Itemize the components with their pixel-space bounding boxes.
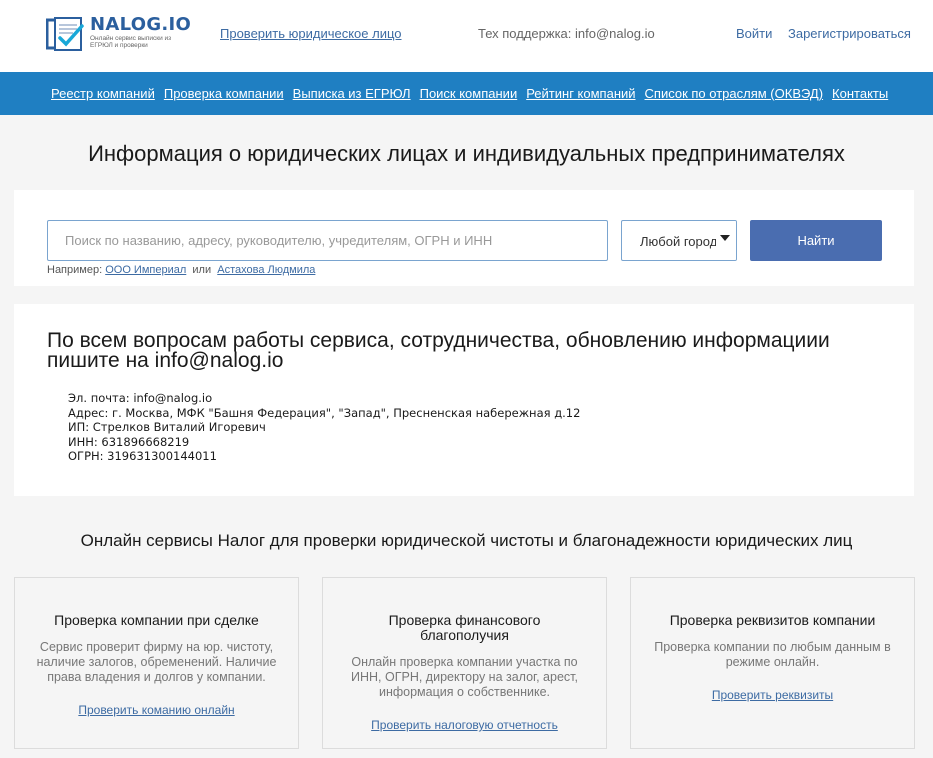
example-link-astakhova[interactable]: Астахова Людмила <box>217 264 315 276</box>
service-card-link[interactable]: Проверить налоговую отчетность <box>371 718 558 732</box>
service-card-link[interactable]: Проверить реквизиты <box>712 688 833 702</box>
service-card-link[interactable]: Проверить команию онлайн <box>78 703 234 717</box>
login-link[interactable]: Войти <box>736 26 772 41</box>
contact-ogrn: ОГРН: 319631300144011 <box>68 449 217 464</box>
nav-item-egrul-extract[interactable]: Выписка из ЕГРЮЛ <box>293 86 411 101</box>
service-card-description: Онлайн проверка компании участка по ИНН,… <box>351 655 578 699</box>
nav-item-company-check[interactable]: Проверка компании <box>164 86 284 101</box>
nav-item-industry-list[interactable]: Список по отраслям (ОКВЭД) <box>645 86 824 101</box>
service-card-deal-check: Проверка компании при сделке Сервис пров… <box>14 577 299 749</box>
search-button[interactable]: Найти <box>750 220 882 261</box>
search-input[interactable] <box>47 220 608 261</box>
nav-item-company-search[interactable]: Поиск компании <box>420 86 518 101</box>
caret-down-icon <box>716 221 736 260</box>
service-card-description: Проверка компании по любым данным в режи… <box>654 640 891 669</box>
logo-title: NALOG.IO <box>90 14 192 35</box>
nav-item-contacts[interactable]: Контакты <box>832 86 888 101</box>
service-card-title: Проверка финансового благополучия <box>388 612 541 643</box>
support-contact: Тех поддержка: info@nalog.io <box>478 26 655 41</box>
site-header: NALOG.IO Онлайн сервис выписки из ЕГРЮЛ … <box>0 0 933 72</box>
contact-inn: ИНН: 631896668219 <box>68 434 190 449</box>
service-card-title: Проверка реквизитов компании <box>669 612 876 628</box>
contact-email: Эл. почта: info@nalog.io <box>68 391 213 405</box>
nav-item-company-registry[interactable]: Реестр компаний <box>51 86 155 101</box>
check-entity-link[interactable]: Проверить юридическое лицо <box>220 26 402 41</box>
site-logo[interactable]: NALOG.IO Онлайн сервис выписки из ЕГРЮЛ … <box>46 14 196 55</box>
contact-heading: По всем вопросам работы сервиса, сотрудн… <box>47 329 830 372</box>
service-card-requisites-check: Проверка реквизитов компании Проверка ко… <box>630 577 915 749</box>
register-link[interactable]: Зарегистрироваться <box>788 26 911 41</box>
example-link-imperial[interactable]: ООО Империал <box>105 264 186 276</box>
city-select-value: Любой город <box>640 234 718 249</box>
page-title: Информация о юридических лицах и индивид… <box>88 141 845 166</box>
document-check-icon <box>46 17 84 51</box>
contact-info-panel: По всем вопросам работы сервиса, сотрудн… <box>14 304 914 496</box>
service-card-financial-check: Проверка финансового благополучия Онлайн… <box>322 577 607 749</box>
nav-item-company-rating[interactable]: Рейтинг компаний <box>526 86 635 101</box>
search-hint: Например: ООО Империал или Астахова Людм… <box>47 264 316 276</box>
contact-entrepreneur: ИП: Стрелков Виталий Игоревич <box>68 420 266 435</box>
contact-details: Эл. почта: info@nalog.io Адрес: г. Москв… <box>68 391 580 464</box>
main-navigation: Реестр компаний Проверка компании Выписк… <box>0 72 933 115</box>
logo-subtitle: Онлайн сервис выписки из ЕГРЮЛ и проверк… <box>90 35 172 49</box>
services-title: Онлайн сервисы Налог для проверки юридич… <box>80 531 853 550</box>
city-select[interactable]: Любой город <box>621 220 737 261</box>
search-panel: Любой город Найти Например: ООО Империал… <box>14 190 914 286</box>
service-card-title: Проверка компании при сделке <box>54 612 259 628</box>
service-card-description: Сервис проверит фирму на юр. чистоту, на… <box>36 640 277 684</box>
contact-address: Адрес: г. Москва, МФК "Башня Федерация",… <box>68 405 581 420</box>
